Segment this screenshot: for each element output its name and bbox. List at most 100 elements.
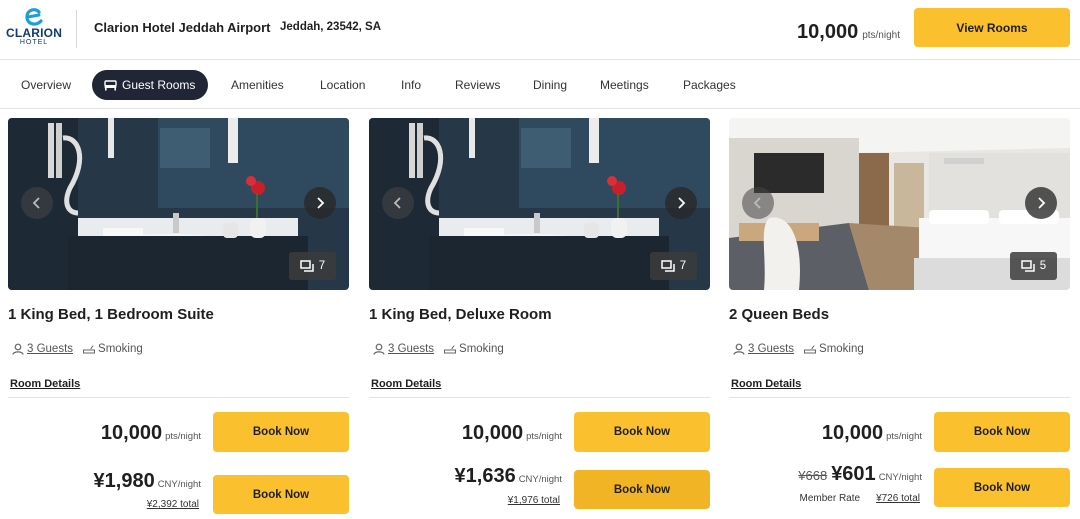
tab-location[interactable]: Location	[320, 70, 365, 100]
book-now-cash-button[interactable]: Book Now	[934, 468, 1070, 507]
cash-unit: CNY/night	[157, 479, 201, 490]
guests-link[interactable]: 3 Guests	[27, 343, 73, 355]
divider	[729, 397, 1070, 398]
room-card: 7 1 King Bed, Deluxe Room 3 Guests Smoki…	[369, 118, 710, 519]
cash-value: ¥601	[831, 463, 876, 485]
room-title: 2 Queen Beds	[729, 306, 830, 323]
guests-link[interactable]: 3 Guests	[388, 343, 434, 355]
room-photo-carousel[interactable]: 7	[8, 118, 349, 290]
tab-amenities[interactable]: Amenities	[231, 70, 284, 100]
book-now-points-button[interactable]: Book Now	[934, 412, 1070, 452]
room-card: 5 2 Queen Beds 3 Guests Smoking Room Det…	[729, 118, 1070, 519]
person-icon	[12, 343, 24, 355]
room-details-link[interactable]: Room Details	[10, 378, 80, 390]
points-price: 10,000 pts/night	[462, 422, 562, 445]
carousel-next-button[interactable]	[665, 187, 697, 219]
points-value: 10,000	[461, 422, 524, 444]
header-points-unit: pts/night	[862, 30, 900, 41]
photo-count-badge[interactable]: 7	[289, 252, 336, 280]
photo-count: 5	[1039, 260, 1047, 272]
room-card: 7 1 King Bed, 1 Bedroom Suite 3 Guests S…	[8, 118, 349, 519]
book-now-cash-button[interactable]: Book Now	[213, 475, 349, 514]
smoking-label: Smoking	[98, 343, 143, 355]
photo-count: 7	[679, 260, 687, 272]
smoking-label: Smoking	[819, 343, 864, 355]
points-value: 10,000	[821, 422, 884, 444]
section-nav: Overview Guest Rooms Amenities Location …	[0, 61, 1080, 109]
carousel-prev-button[interactable]	[382, 187, 414, 219]
photo-count-badge[interactable]: 7	[650, 252, 697, 280]
room-photo-carousel[interactable]: 5	[729, 118, 1070, 290]
book-now-points-button[interactable]: Book Now	[213, 412, 349, 452]
points-value: 10,000	[100, 422, 163, 444]
smoking-icon	[804, 344, 817, 353]
divider	[369, 397, 710, 398]
header-points-price: 10,000 pts/night	[797, 21, 900, 44]
chevron-right-icon	[317, 197, 325, 209]
cash-unit: CNY/night	[878, 472, 922, 483]
tab-dining[interactable]: Dining	[533, 70, 567, 100]
total-link[interactable]: ¥2,392 total	[147, 499, 199, 510]
points-price: 10,000 pts/night	[822, 422, 922, 445]
book-now-cash-button[interactable]: Book Now	[574, 470, 710, 509]
cash-unit: CNY/night	[518, 474, 562, 485]
chevron-left-icon	[393, 197, 401, 209]
divider	[8, 397, 349, 398]
cash-price: ¥668 ¥601 CNY/night	[798, 463, 922, 486]
room-meta: 3 Guests Smoking	[12, 343, 143, 355]
tab-meetings[interactable]: Meetings	[600, 70, 649, 100]
gallery-icon	[1021, 260, 1035, 272]
tab-guest-rooms[interactable]: Guest Rooms	[92, 70, 209, 100]
cash-price: ¥1,636 CNY/night	[455, 465, 562, 488]
gallery-icon	[300, 260, 314, 272]
photo-count: 7	[318, 260, 326, 272]
tab-info[interactable]: Info	[401, 70, 421, 100]
tab-overview[interactable]: Overview	[21, 70, 71, 100]
room-title: 1 King Bed, 1 Bedroom Suite	[8, 306, 214, 323]
carousel-prev-button[interactable]	[742, 187, 774, 219]
view-rooms-button[interactable]: View Rooms	[914, 8, 1070, 47]
carousel-prev-button[interactable]	[21, 187, 53, 219]
photo-count-badge[interactable]: 5	[1010, 252, 1057, 280]
room-photo-carousel[interactable]: 7	[369, 118, 710, 290]
points-unit: pts/night	[165, 431, 201, 442]
cash-value: ¥1,636	[454, 465, 516, 487]
smoking-label: Smoking	[459, 343, 504, 355]
hotel-header: CLARION HOTEL Clarion Hotel Jeddah Airpo…	[0, 0, 1080, 60]
total-link[interactable]: ¥1,976 total	[508, 495, 560, 506]
clarion-e-icon	[25, 8, 43, 26]
cash-value: ¥1,980	[93, 470, 155, 492]
room-meta: 3 Guests Smoking	[373, 343, 504, 355]
smoking-icon	[444, 344, 457, 353]
room-details-link[interactable]: Room Details	[371, 378, 441, 390]
book-now-points-button[interactable]: Book Now	[574, 412, 710, 452]
cash-price: ¥1,980 CNY/night	[94, 470, 201, 493]
logo-brand-text: CLARION	[6, 26, 63, 40]
header-divider	[76, 10, 77, 48]
carousel-next-button[interactable]	[1025, 187, 1057, 219]
bed-icon	[104, 80, 117, 91]
chevron-right-icon	[678, 197, 686, 209]
total-price: Member Rate ¥726 total	[799, 493, 920, 504]
hotel-name: Clarion Hotel Jeddah Airport	[94, 20, 271, 35]
hotel-address: Jeddah, 23542, SA	[280, 21, 381, 33]
points-unit: pts/night	[526, 431, 562, 442]
person-icon	[373, 343, 385, 355]
room-details-link[interactable]: Room Details	[731, 378, 801, 390]
total-price: ¥2,392 total	[147, 499, 199, 510]
guests-link[interactable]: 3 Guests	[748, 343, 794, 355]
gallery-icon	[661, 260, 675, 272]
total-price: ¥1,976 total	[508, 495, 560, 506]
tab-reviews[interactable]: Reviews	[455, 70, 500, 100]
tab-guest-rooms-label: Guest Rooms	[122, 78, 196, 92]
person-icon	[733, 343, 745, 355]
total-link[interactable]: ¥726 total	[876, 493, 920, 504]
chevron-left-icon	[753, 197, 761, 209]
carousel-next-button[interactable]	[304, 187, 336, 219]
tab-packages[interactable]: Packages	[683, 70, 736, 100]
room-meta: 3 Guests Smoking	[733, 343, 864, 355]
logo-sub-text: HOTEL	[19, 39, 49, 46]
points-price: 10,000 pts/night	[101, 422, 201, 445]
clarion-logo[interactable]: CLARION HOTEL	[6, 8, 62, 52]
smoking-icon	[83, 344, 96, 353]
